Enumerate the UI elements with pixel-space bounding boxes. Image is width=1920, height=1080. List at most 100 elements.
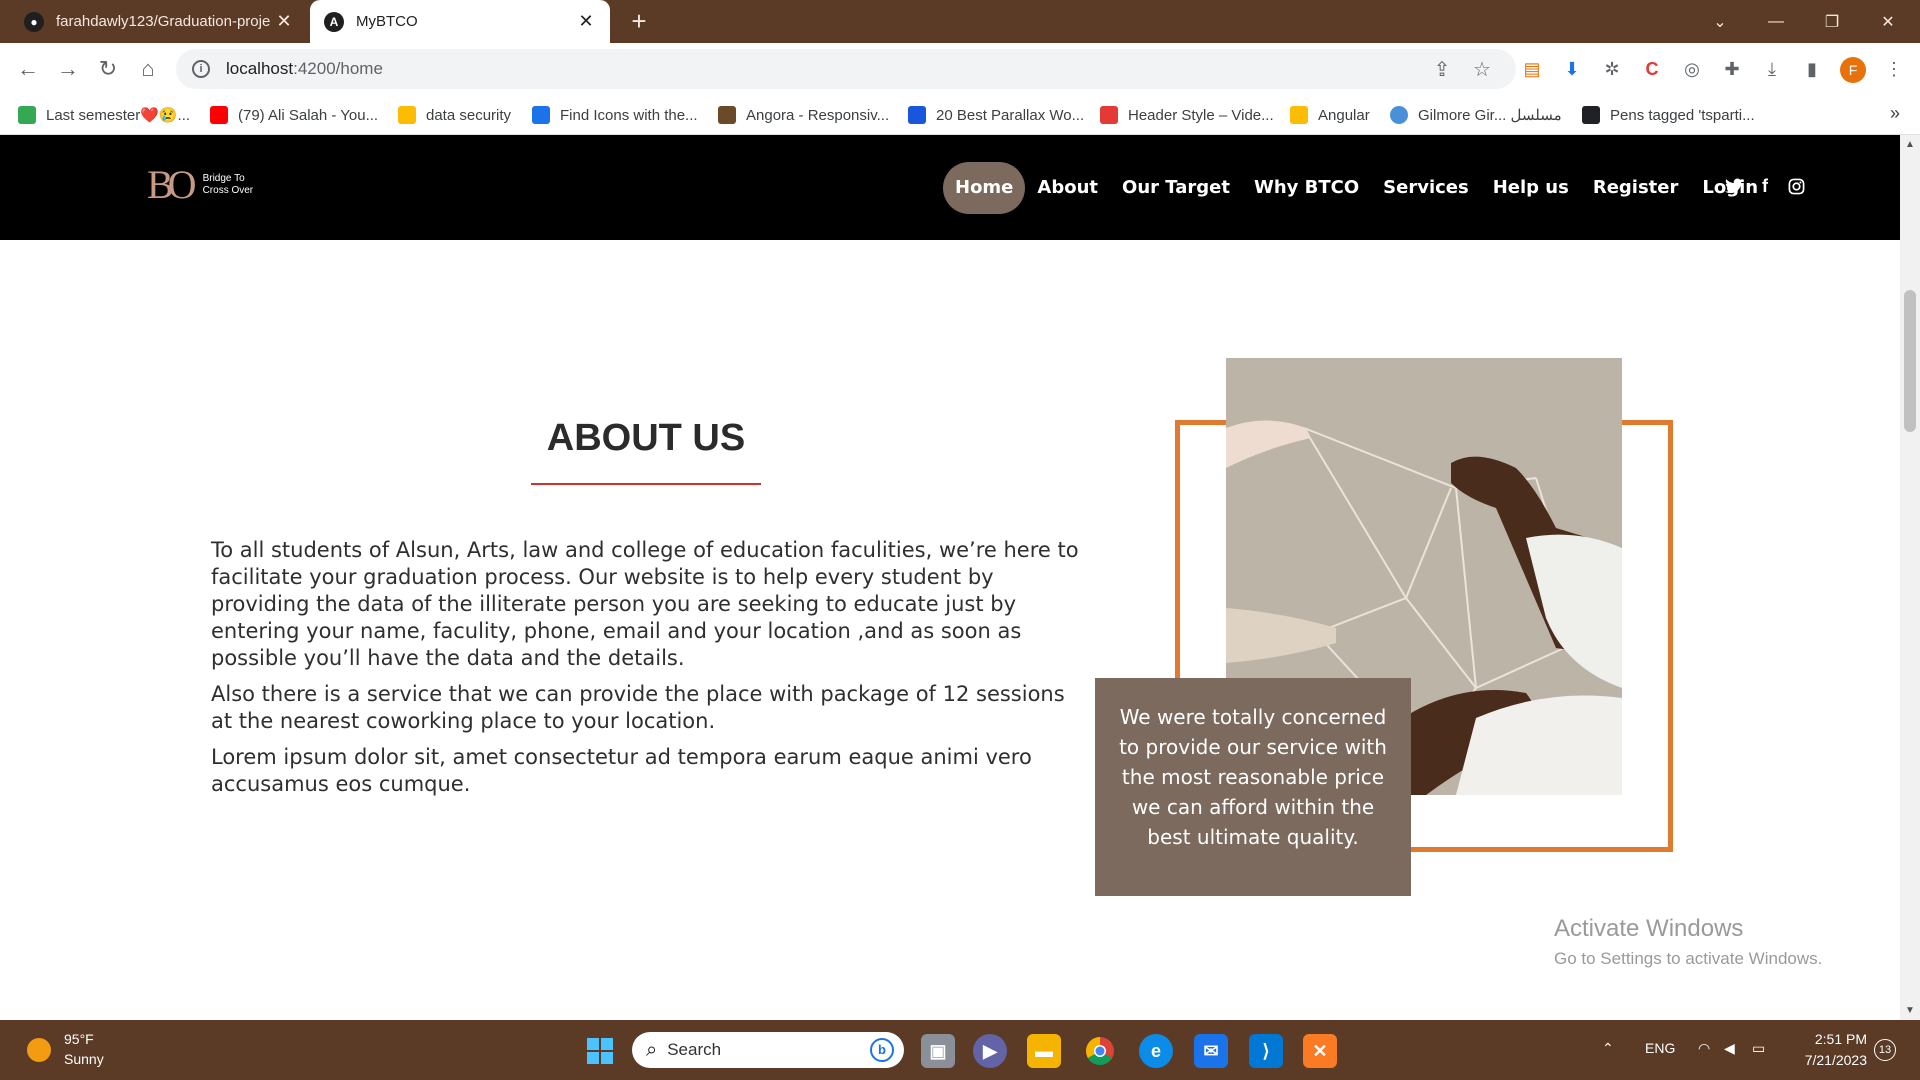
address-bar[interactable]: i localhost:4200/home <box>176 49 1516 89</box>
search-icon: ⌕ <box>646 1038 658 1061</box>
edge-icon[interactable]: e <box>1139 1034 1173 1068</box>
show-hidden-icons[interactable]: ⌃ <box>1602 1040 1614 1057</box>
start-icon[interactable] <box>583 1034 617 1068</box>
about-text: To all students of Alsun, Arts, law and … <box>211 537 1091 807</box>
extension-notes-icon[interactable]: ▤ <box>1518 55 1546 83</box>
bookmark-item[interactable]: Last semester❤️😢... <box>18 103 190 127</box>
downloads-icon[interactable]: ⤓ <box>1758 55 1786 83</box>
twitter-icon[interactable] <box>1723 175 1745 197</box>
bookmark-item[interactable]: Pens tagged 'tsparti... <box>1582 103 1755 127</box>
youtube-icon <box>210 106 228 124</box>
nav-about[interactable]: About <box>1025 162 1110 214</box>
reload-icon[interactable]: ↻ <box>92 53 124 85</box>
tab-github[interactable]: ● farahdawly123/Graduation-proje ✕ <box>10 0 308 43</box>
caption-card: We were totally concerned to provide our… <box>1095 678 1411 896</box>
logo-mark: BO <box>147 162 197 207</box>
profile-avatar[interactable]: F <box>1840 57 1866 83</box>
nav-services[interactable]: Services <box>1371 162 1481 214</box>
xampp-icon[interactable]: ✕ <box>1303 1034 1337 1068</box>
header-style-icon <box>1100 106 1118 124</box>
forward-icon[interactable]: → <box>52 53 84 85</box>
bookmark-item[interactable]: Gilmore Gir... مسلسل <box>1390 103 1562 127</box>
google-drive-icon <box>18 106 36 124</box>
new-tab-button[interactable]: + <box>624 6 654 36</box>
file-explorer-icon[interactable]: ▬ <box>1027 1034 1061 1068</box>
tab-title: MyBTCO <box>356 13 418 30</box>
activate-windows-watermark: Activate Windows Go to Settings to activ… <box>1554 915 1822 969</box>
bookmark-label: Pens tagged 'tsparti... <box>1610 106 1755 124</box>
side-panel-icon[interactable]: ▮ <box>1798 55 1826 83</box>
bookmark-item[interactable]: (79) Ali Salah - You... <box>210 103 378 127</box>
site-nav-links: Home About Our Target Why BTCO Services … <box>943 162 1770 214</box>
logo-line: Cross Over <box>202 185 254 196</box>
codepen-icon <box>1582 106 1600 124</box>
notification-badge[interactable]: 13 <box>1874 1039 1896 1061</box>
extension-bug-icon[interactable]: ✲ <box>1598 55 1626 83</box>
about-paragraph: Also there is a service that we can prov… <box>211 682 1065 733</box>
nav-help-us[interactable]: Help us <box>1481 162 1581 214</box>
bookmark-label: Header Style – Vide... <box>1128 106 1274 124</box>
bookmark-label: data security <box>426 106 512 124</box>
wifi-icon[interactable]: ◠ <box>1698 1040 1710 1057</box>
parallax-icon <box>908 106 926 124</box>
bookmark-item[interactable]: 20 Best Parallax Wo... <box>908 103 1084 127</box>
extensions-puzzle-icon[interactable]: ✚ <box>1718 55 1746 83</box>
mail-icon[interactable]: ✉ <box>1194 1034 1228 1068</box>
vscode-icon[interactable]: ⟩ <box>1249 1034 1283 1068</box>
about-paragraph: To all students of Alsun, Arts, law and … <box>211 538 1079 670</box>
bookmark-item[interactable]: Header Style – Vide... <box>1100 103 1274 127</box>
language-indicator[interactable]: ENG <box>1645 1040 1675 1056</box>
restore-button[interactable]: ❐ <box>1804 0 1860 43</box>
facebook-icon[interactable]: f <box>1754 175 1776 197</box>
nav-our-target[interactable]: Our Target <box>1110 162 1242 214</box>
task-view-icon[interactable]: ▣ <box>921 1034 955 1068</box>
tab-search-icon[interactable]: ⌄ <box>1692 0 1748 43</box>
bookmark-item[interactable]: Find Icons with the... <box>532 103 698 127</box>
clock-date[interactable]: 7/21/2023 <box>1775 1052 1867 1068</box>
battery-icon[interactable]: ▭ <box>1752 1040 1765 1057</box>
minimize-button[interactable]: — <box>1748 0 1804 43</box>
scroll-down-icon[interactable]: ▼ <box>1900 1005 1920 1016</box>
menu-kebab-icon[interactable]: ⋮ <box>1880 55 1908 83</box>
back-icon[interactable]: ← <box>12 53 44 85</box>
scroll-up-icon[interactable]: ▲ <box>1900 139 1920 150</box>
chrome-icon[interactable] <box>1083 1034 1117 1068</box>
site-logo[interactable]: BO Bridge To Cross Over <box>147 165 253 205</box>
home-icon[interactable]: ⌂ <box>132 53 164 85</box>
title-underline <box>531 483 761 485</box>
weather-condition[interactable]: Sunny <box>64 1051 104 1067</box>
more-bookmarks-icon[interactable]: » <box>1890 103 1900 124</box>
scrollbar-thumb[interactable] <box>1904 290 1916 432</box>
bookmark-item[interactable]: Angora - Responsiv... <box>718 103 889 127</box>
share-icon[interactable]: ⇪ <box>1428 55 1456 83</box>
bing-icon[interactable]: b <box>870 1038 894 1062</box>
teams-chat-icon[interactable]: ▶ <box>973 1034 1007 1068</box>
instagram-icon[interactable] <box>1785 175 1807 197</box>
bookmark-item[interactable]: data security <box>398 103 511 127</box>
sun-icon[interactable] <box>27 1038 51 1062</box>
bookmark-star-icon[interactable]: ☆ <box>1468 55 1496 83</box>
clock-time[interactable]: 2:51 PM <box>1775 1031 1867 1047</box>
google-drive-icon <box>1290 106 1308 124</box>
angular-icon: A <box>324 11 344 32</box>
close-tab-icon[interactable]: ✕ <box>576 11 596 32</box>
bookmark-label: Gilmore Gir... مسلسل <box>1418 107 1562 124</box>
nav-why-btco[interactable]: Why BTCO <box>1242 162 1371 214</box>
page-viewport: BO Bridge To Cross Over Home About Our T… <box>0 135 1900 1020</box>
close-window-button[interactable]: ✕ <box>1860 0 1916 43</box>
page-scrollbar[interactable]: ▲ ▼ <box>1900 135 1920 1020</box>
site-info-icon[interactable]: i <box>192 60 210 78</box>
extension-download-icon[interactable]: ⬇ <box>1558 55 1586 83</box>
extension-circle-icon[interactable]: ◎ <box>1678 55 1706 83</box>
nav-register[interactable]: Register <box>1581 162 1691 214</box>
nav-home[interactable]: Home <box>943 162 1026 214</box>
tab-mybtco[interactable]: A MyBTCO ✕ <box>310 0 610 43</box>
volume-icon[interactable]: ◀ <box>1724 1040 1735 1057</box>
extension-c-icon[interactable]: C <box>1638 55 1666 83</box>
angora-icon <box>718 106 736 124</box>
close-tab-icon[interactable]: ✕ <box>274 11 294 32</box>
bookmark-item[interactable]: Angular <box>1290 103 1370 127</box>
taskbar-search[interactable]: ⌕ Search b <box>632 1032 904 1068</box>
weather-temp[interactable]: 95°F <box>64 1031 94 1047</box>
bookmark-label: Find Icons with the... <box>560 106 698 124</box>
